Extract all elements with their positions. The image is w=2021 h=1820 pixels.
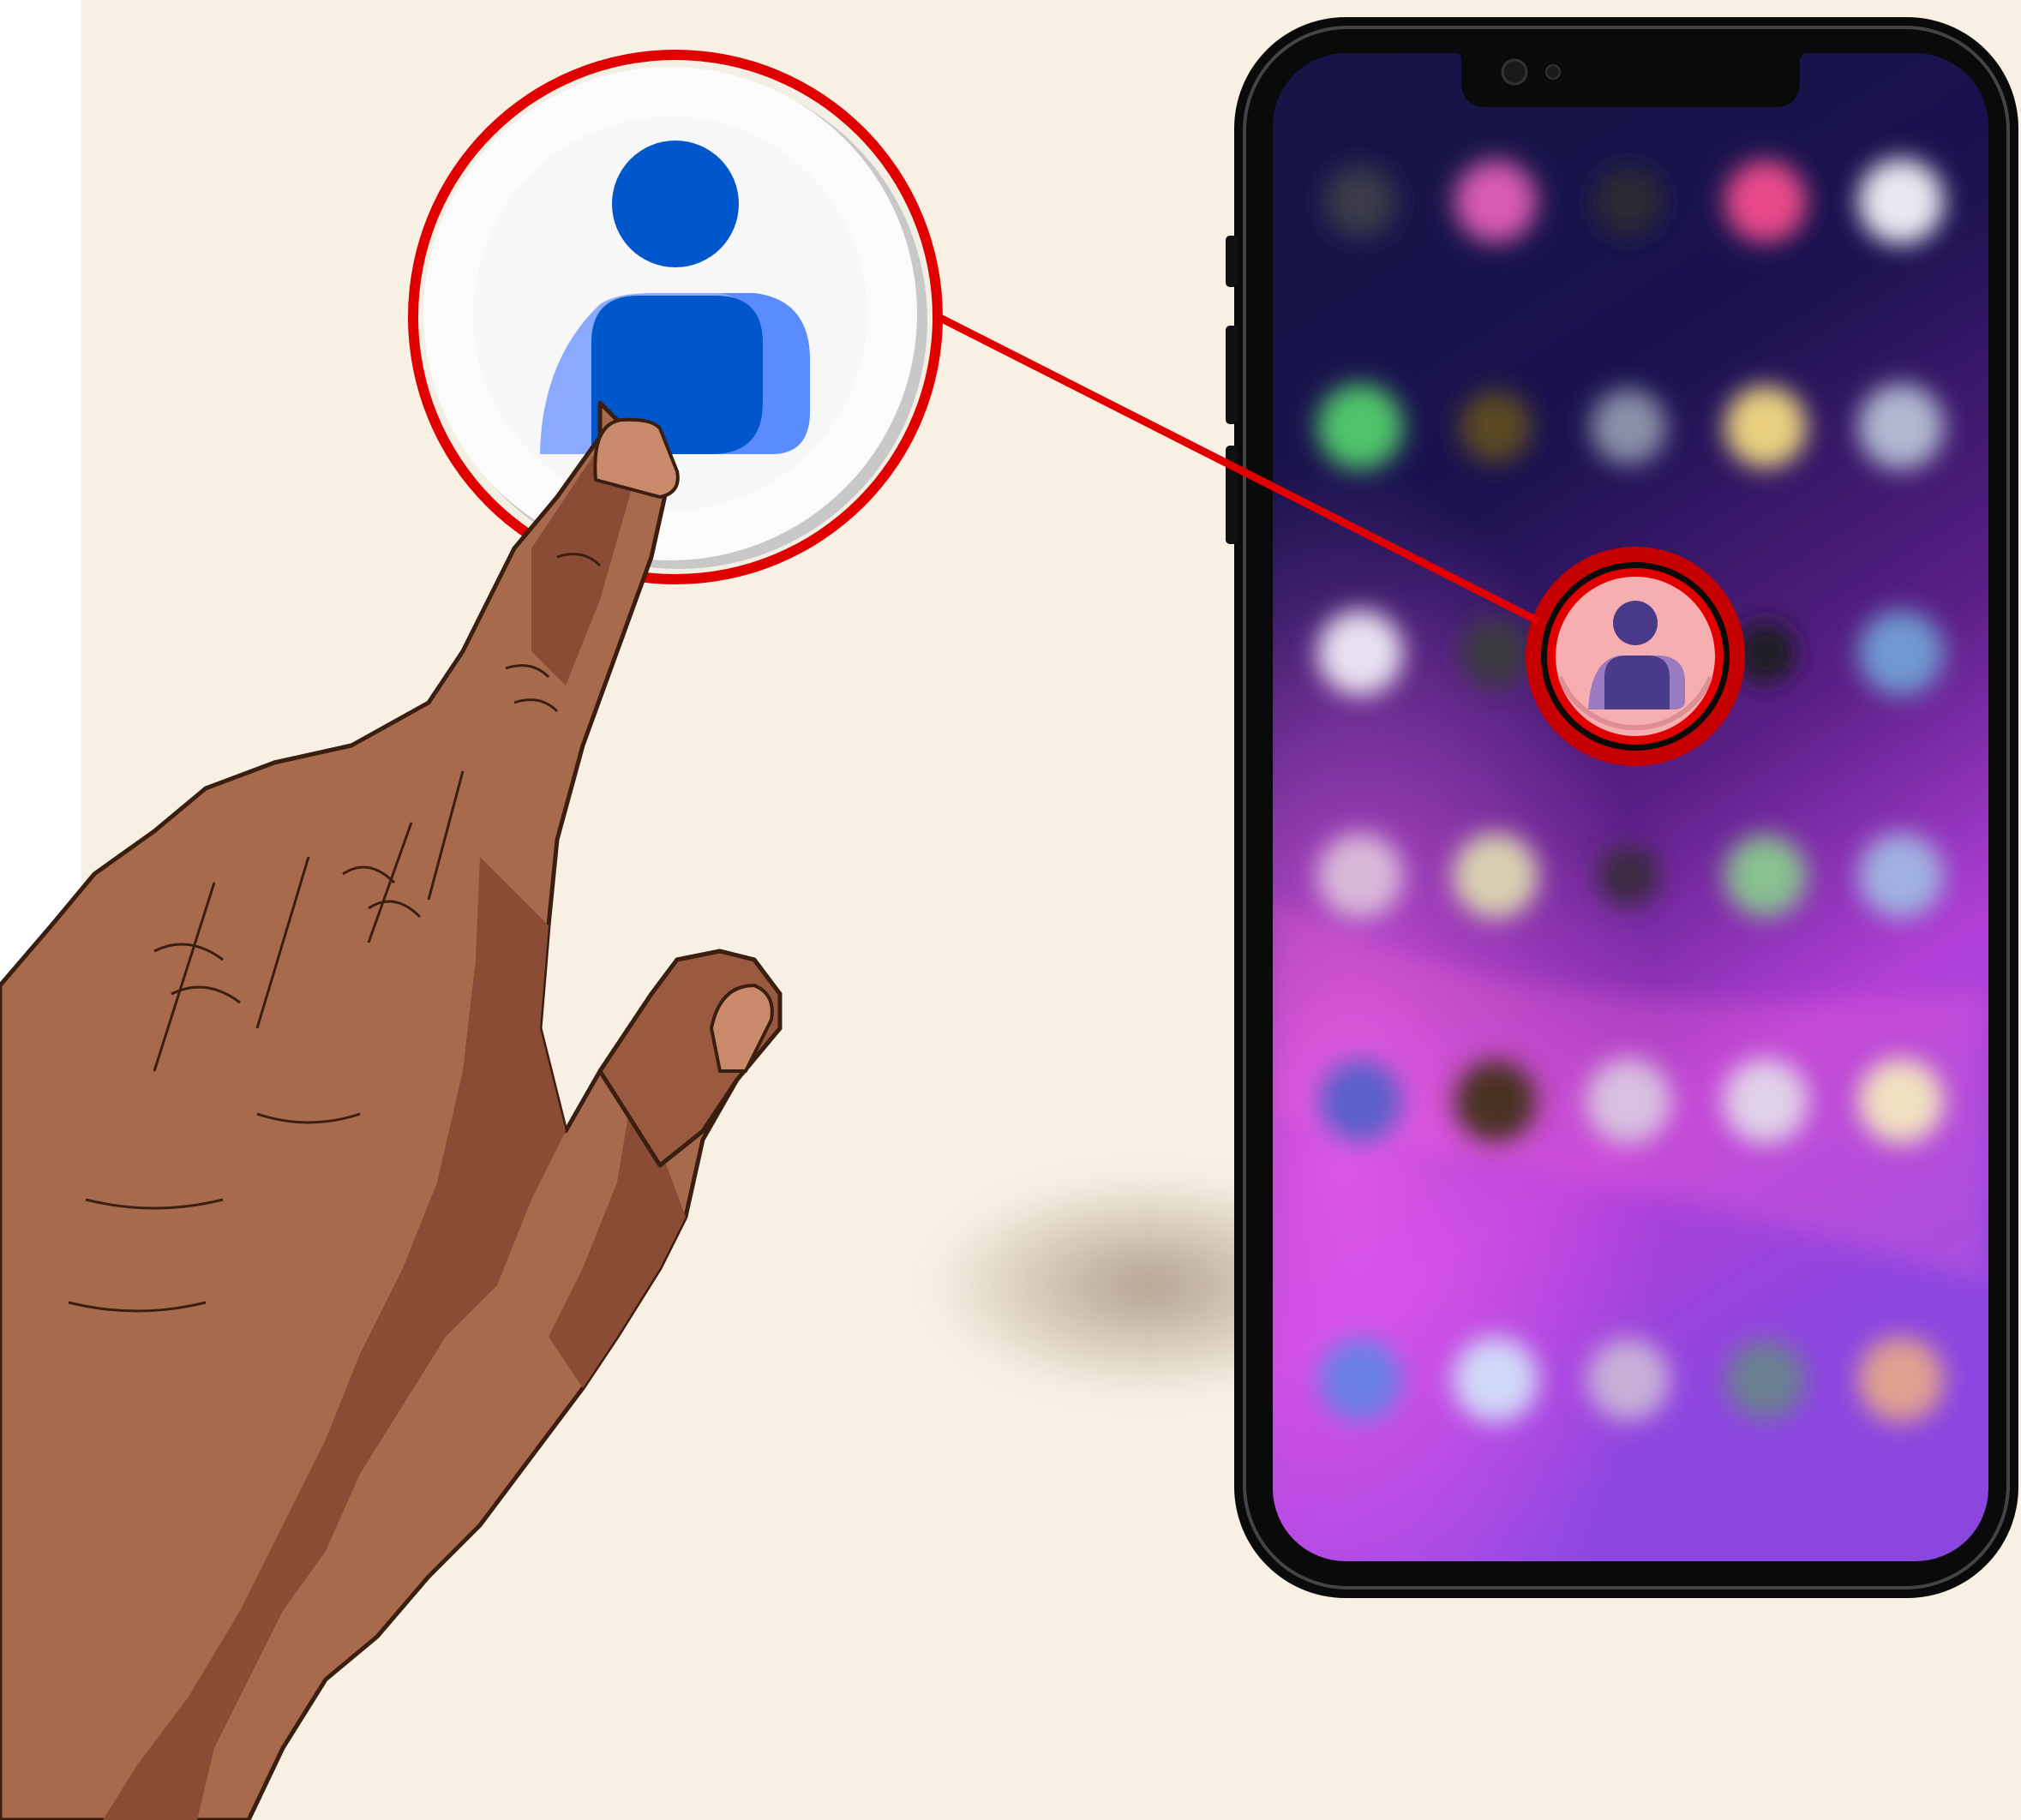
side-button-volume-up xyxy=(1226,326,1238,424)
phone-notch xyxy=(1448,53,1808,107)
contacts-icon[interactable] xyxy=(1526,547,1745,766)
front-camera xyxy=(1501,58,1528,86)
side-button-mute xyxy=(1226,236,1238,287)
phone-screen xyxy=(1273,53,1988,1561)
scene-svg xyxy=(0,17,2018,1820)
contact-head-small xyxy=(1613,601,1658,645)
sensor xyxy=(1545,64,1561,80)
pointing-hand xyxy=(0,400,783,1820)
illustration xyxy=(0,0,2021,1820)
contact-head-icon xyxy=(612,141,739,267)
callout-magnified-icon xyxy=(408,50,943,584)
phone xyxy=(1226,17,2018,1598)
